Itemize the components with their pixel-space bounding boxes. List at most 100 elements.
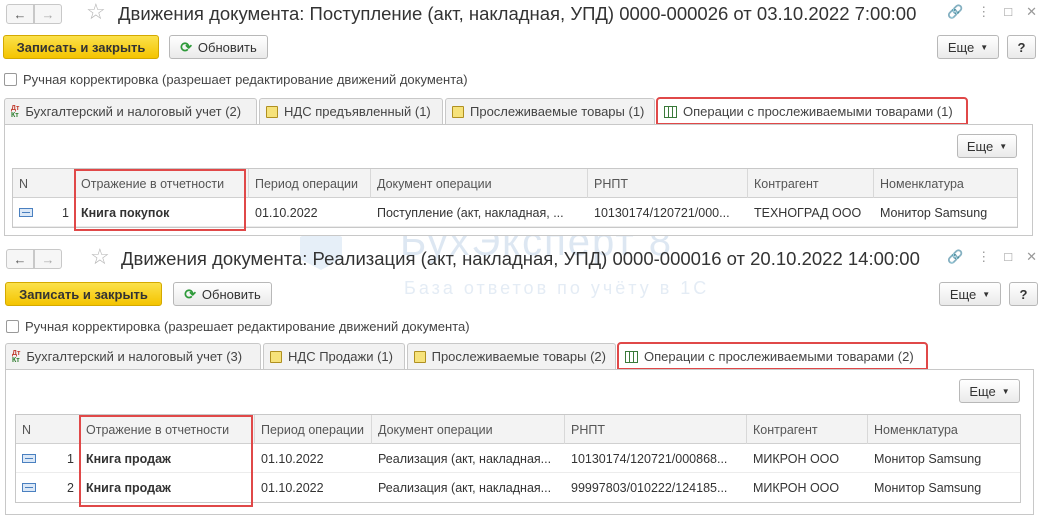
help-button[interactable]: ? xyxy=(1009,282,1038,306)
tab-accounting[interactable]: Дт Кт Бухгалтерский и налоговый учет (2) xyxy=(4,98,257,124)
register-tabs: Дт Кт Бухгалтерский и налоговый учет (3) … xyxy=(5,342,929,370)
help-button[interactable]: ? xyxy=(1007,35,1036,59)
cell-counterparty: МИКРОН ООО xyxy=(753,480,840,495)
close-icon[interactable]: ✕ xyxy=(1026,249,1037,265)
table-more-button[interactable]: Еще ▼ xyxy=(957,134,1017,158)
column-header-rnpt[interactable]: РНПТ xyxy=(588,169,748,198)
column-header-document[interactable]: Документ операции xyxy=(371,169,588,198)
table-header: N Отражение в отчетности Период операции… xyxy=(13,169,1017,198)
window-title: Движения документа: Реализация (акт, нак… xyxy=(121,248,920,269)
manual-edit-label: Ручная корректировка (разрешает редактир… xyxy=(23,72,468,87)
dt-kt-icon: Дт Кт xyxy=(11,104,20,119)
table-row[interactable]: 1 Книга покупок 01.10.2022 Поступление (… xyxy=(13,198,1017,227)
register-icon xyxy=(452,105,464,118)
cell-reporting: Книга продаж xyxy=(86,480,171,495)
column-header-period[interactable]: Период операции xyxy=(255,415,372,444)
arrow-right-icon: → xyxy=(41,251,55,267)
document-movements-panel: ← → ☆ Движения документа: Реализация (ак… xyxy=(0,245,1043,519)
column-header-reporting[interactable]: Отражение в отчетности xyxy=(80,415,255,444)
column-header-counterparty[interactable]: Контрагент xyxy=(747,415,868,444)
cell-period: 01.10.2022 xyxy=(261,451,324,466)
manual-edit-label: Ручная корректировка (разрешает редактир… xyxy=(25,319,470,334)
cell-document: Реализация (акт, накладная... xyxy=(378,480,552,495)
refresh-button[interactable]: ⟳ Обновить xyxy=(173,282,272,306)
save-and-close-button[interactable]: Записать и закрыть xyxy=(3,35,159,59)
arrow-left-icon: ← xyxy=(13,6,27,22)
window-title: Движения документа: Поступление (акт, на… xyxy=(118,3,917,24)
document-movements-panel: ← → ☆ Движения документа: Поступление (а… xyxy=(0,0,1043,241)
tab-vat[interactable]: НДС предъявленный (1) xyxy=(259,98,443,124)
table-header: N Отражение в отчетности Период операции… xyxy=(16,415,1020,444)
column-header-document[interactable]: Документ операции xyxy=(372,415,565,444)
caret-down-icon: ▼ xyxy=(982,289,991,299)
operations-table: N Отражение в отчетности Период операции… xyxy=(12,168,1018,228)
arrow-left-icon: ← xyxy=(13,251,27,267)
tab-traceable-operations[interactable]: Операции с прослеживаемыми товарами (1) xyxy=(656,97,968,125)
column-header-reporting[interactable]: Отражение в отчетности xyxy=(75,169,249,198)
more-button[interactable]: Еще ▼ xyxy=(937,35,999,59)
refresh-icon: ⟳ xyxy=(184,285,196,302)
column-header-n[interactable]: N xyxy=(16,415,80,444)
tab-traceable-operations[interactable]: Операции с прослеживаемыми товарами (2) xyxy=(617,342,928,370)
register-icon xyxy=(270,350,282,363)
table-more-button[interactable]: Еще ▼ xyxy=(959,379,1020,403)
tab-traceable-goods[interactable]: Прослеживаемые товары (2) xyxy=(407,343,616,369)
column-header-rnpt[interactable]: РНПТ xyxy=(565,415,747,444)
back-button[interactable]: ← xyxy=(6,249,34,269)
cell-counterparty: ТЕХНОГРАД ООО xyxy=(754,205,862,220)
caret-down-icon: ▼ xyxy=(999,141,1008,151)
column-header-nomenclature[interactable]: Номенклатура xyxy=(874,169,1017,198)
row-record-icon xyxy=(22,483,36,492)
close-icon[interactable]: ✕ xyxy=(1026,4,1037,20)
cell-period: 01.10.2022 xyxy=(261,480,324,495)
cell-rnpt: 10130174/120721/000868... xyxy=(571,451,728,466)
table-row[interactable]: 1 Книга продаж 01.10.2022 Реализация (ак… xyxy=(16,444,1020,473)
row-record-icon xyxy=(19,208,33,217)
cell-document: Реализация (акт, накладная... xyxy=(378,451,552,466)
more-menu-icon[interactable]: ⋮ xyxy=(977,249,990,265)
cell-rnpt: 99997803/010222/124185... xyxy=(571,480,728,495)
refresh-button[interactable]: ⟳ Обновить xyxy=(169,35,268,59)
tab-traceable-goods[interactable]: Прослеживаемые товары (1) xyxy=(445,98,655,124)
dt-kt-icon: Дт Кт xyxy=(12,349,21,364)
link-icon[interactable]: 🔗 xyxy=(947,249,963,265)
maximize-icon[interactable]: □ xyxy=(1004,4,1012,20)
manual-edit-row: Ручная корректировка (разрешает редактир… xyxy=(4,72,468,87)
tab-accounting[interactable]: Дт Кт Бухгалтерский и налоговый учет (3) xyxy=(5,343,261,369)
favorite-star-icon[interactable]: ☆ xyxy=(86,1,106,23)
cell-period: 01.10.2022 xyxy=(255,205,318,220)
column-header-counterparty[interactable]: Контрагент xyxy=(748,169,874,198)
operations-table: N Отражение в отчетности Период операции… xyxy=(15,414,1021,503)
more-menu-icon[interactable]: ⋮ xyxy=(977,4,990,20)
register-icon xyxy=(414,350,426,363)
column-header-n[interactable]: N xyxy=(13,169,75,198)
forward-button[interactable]: → xyxy=(34,4,62,24)
cell-counterparty: МИКРОН ООО xyxy=(753,451,840,466)
cell-nomenclature: Монитор Samsung xyxy=(874,451,982,466)
manual-edit-checkbox[interactable] xyxy=(4,73,17,86)
tab-vat-sales[interactable]: НДС Продажи (1) xyxy=(263,343,405,369)
register-icon xyxy=(266,105,278,118)
save-and-close-button[interactable]: Записать и закрыть xyxy=(5,282,162,306)
cell-rnpt: 10130174/120721/000... xyxy=(594,205,730,220)
link-icon[interactable]: 🔗 xyxy=(947,4,963,20)
forward-button[interactable]: → xyxy=(34,249,62,269)
caret-down-icon: ▼ xyxy=(1001,386,1010,396)
cell-nomenclature: Монитор Samsung xyxy=(880,205,988,220)
favorite-star-icon[interactable]: ☆ xyxy=(90,246,110,268)
grid-icon xyxy=(625,350,638,363)
back-button[interactable]: ← xyxy=(6,4,34,24)
row-record-icon xyxy=(22,454,36,463)
manual-edit-checkbox[interactable] xyxy=(6,320,19,333)
table-row[interactable]: 2 Книга продаж 01.10.2022 Реализация (ак… xyxy=(16,473,1020,502)
arrow-right-icon: → xyxy=(41,6,55,22)
cell-reporting: Книга продаж xyxy=(86,451,171,466)
maximize-icon[interactable]: □ xyxy=(1004,249,1012,265)
column-header-period[interactable]: Период операции xyxy=(249,169,371,198)
cell-nomenclature: Монитор Samsung xyxy=(874,480,982,495)
refresh-icon: ⟳ xyxy=(180,38,192,55)
more-button[interactable]: Еще ▼ xyxy=(939,282,1001,306)
column-header-nomenclature[interactable]: Номенклатура xyxy=(868,415,1020,444)
title-bar: ← → ☆ Движения документа: Поступление (а… xyxy=(0,0,1043,30)
register-tabs: Дт Кт Бухгалтерский и налоговый учет (2) … xyxy=(4,97,969,125)
